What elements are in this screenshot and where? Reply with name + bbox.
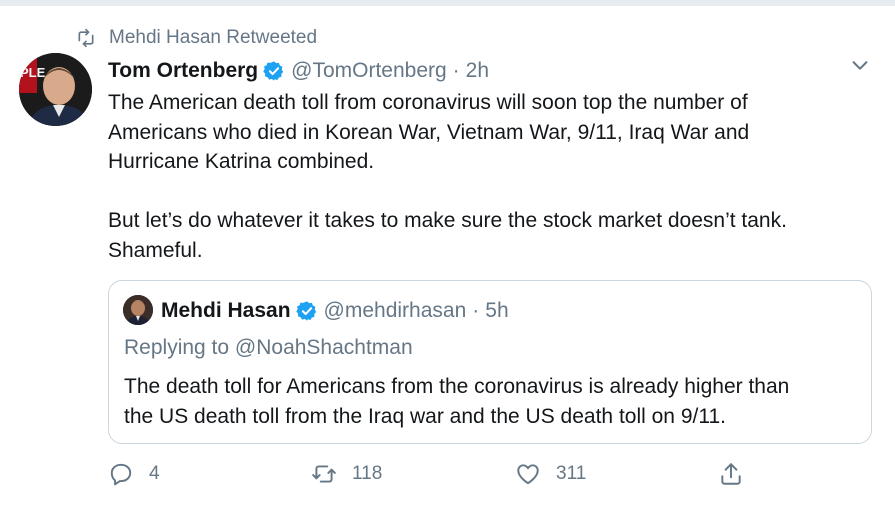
- retweet-count: 118: [352, 463, 383, 484]
- tweet-header: Tom Ortenberg @TomOrtenberg · 2h: [108, 56, 489, 86]
- tweet-timestamp[interactable]: 2h: [466, 59, 489, 83]
- reply-count: 4: [149, 463, 160, 484]
- replying-to: Replying to @NoahShachtman: [124, 336, 413, 360]
- quoted-text-line: the US death toll from the Iraq war and …: [124, 404, 726, 428]
- like-button[interactable]: 311: [515, 458, 586, 490]
- tweet-text-line: The American death toll from coronavirus…: [108, 91, 748, 114]
- svg-text:PLE: PLE: [20, 65, 46, 80]
- tweet-text-line: Hurricane Katrina combined.: [108, 150, 375, 173]
- verified-badge-icon: [295, 300, 318, 322]
- separator-dot: ·: [472, 299, 480, 322]
- reply-button[interactable]: 4: [108, 458, 160, 490]
- chevron-down-icon: [849, 54, 871, 81]
- quoted-tweet-card[interactable]: Mehdi Hasan @mehdirhasan · 5h Replying t…: [108, 280, 872, 444]
- quoted-tweet-header: Mehdi Hasan @mehdirhasan · 5h: [161, 296, 509, 326]
- heart-icon: [515, 461, 541, 487]
- separator-dot: ·: [452, 59, 460, 82]
- quoted-tweet-text: The death toll for Americans from the co…: [124, 372, 789, 431]
- reply-icon: [108, 461, 134, 487]
- share-icon: [718, 461, 744, 487]
- tweet-text-line: Americans who died in Korean War, Vietna…: [108, 120, 750, 144]
- avatar[interactable]: PLE: [19, 53, 92, 126]
- top-divider: [0, 0, 895, 6]
- share-button[interactable]: [718, 458, 759, 490]
- replying-to-handle[interactable]: @NoahShachtman: [235, 336, 413, 359]
- verified-badge-icon: [263, 60, 285, 82]
- author-handle[interactable]: @TomOrtenberg: [291, 59, 447, 83]
- quoted-author-handle: @mehdirhasan: [323, 299, 467, 322]
- retweet-icon: [311, 461, 337, 487]
- quoted-tweet-timestamp: 5h: [485, 299, 509, 322]
- tweet-text-line: Shameful.: [108, 238, 203, 262]
- more-options-button[interactable]: [848, 55, 872, 79]
- tweet-actions: 4 118 311: [108, 458, 758, 490]
- quoted-text-line: The death toll for Americans from the co…: [124, 375, 790, 398]
- quoted-avatar: [123, 295, 153, 325]
- tweet-text-line: But let’s do whatever it takes to make s…: [108, 209, 787, 232]
- author-name[interactable]: Tom Ortenberg: [108, 59, 258, 83]
- tweet-text: The American death toll from coronavirus…: [108, 88, 868, 265]
- retweet-context-text: Mehdi Hasan Retweeted: [109, 27, 318, 48]
- replying-to-prefix: Replying to: [124, 336, 230, 359]
- like-count: 311: [556, 463, 587, 484]
- retweet-button[interactable]: 118: [311, 458, 382, 490]
- retweet-icon: [76, 28, 96, 48]
- retweet-context[interactable]: Mehdi Hasan Retweeted: [76, 24, 317, 52]
- quoted-author-name: Mehdi Hasan: [161, 299, 291, 322]
